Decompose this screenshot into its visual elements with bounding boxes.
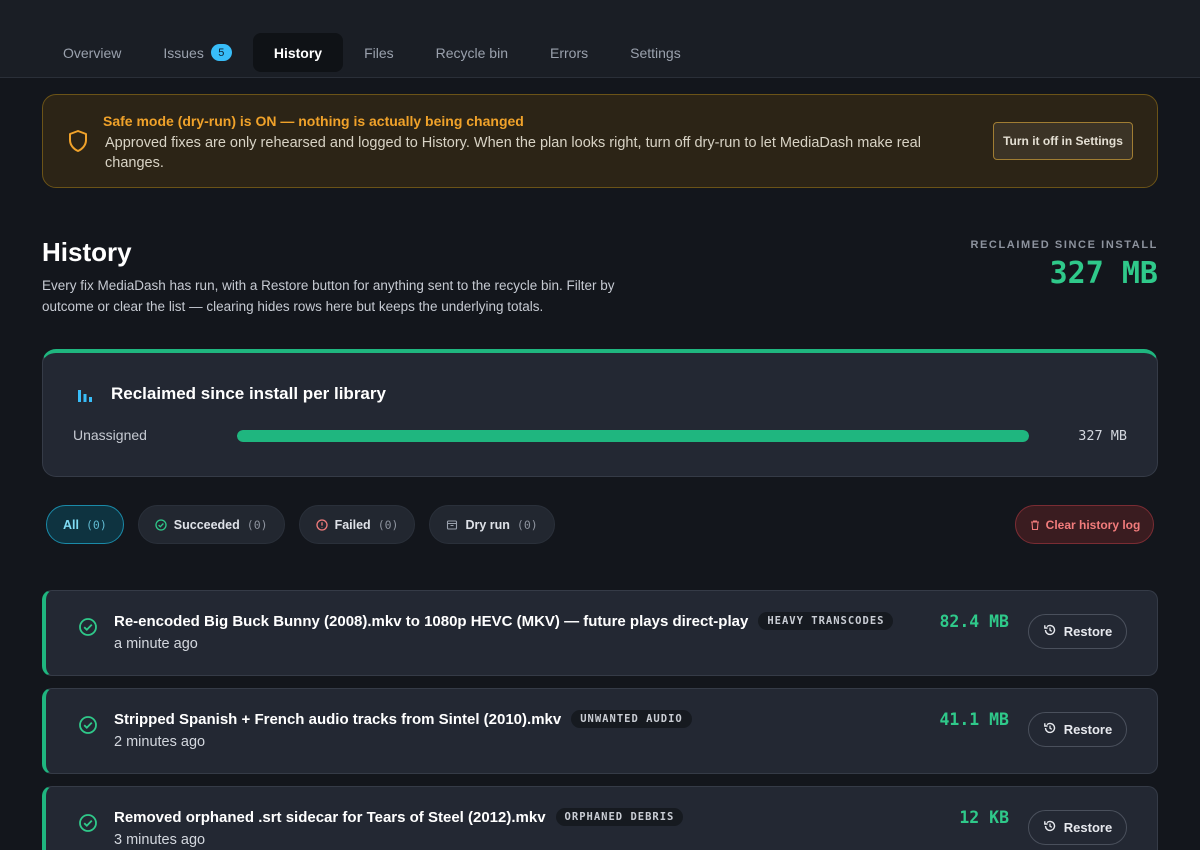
issues-count-badge: 5	[210, 44, 232, 61]
dry-run-banner: Safe mode (dry-run) is ON — nothing is a…	[42, 94, 1158, 188]
history-description: Re-encoded Big Buck Bunny (2008).mkv to …	[114, 612, 749, 630]
chip-label: All	[63, 517, 79, 532]
history-size: 41.1 MB	[939, 710, 1009, 729]
category-tag: HEAVY TRANSCODES	[758, 612, 894, 630]
tab-label: History	[273, 44, 323, 61]
history-description: Removed orphaned .srt sidecar for Tears …	[114, 808, 546, 826]
check-circle-icon	[155, 518, 167, 531]
tab-recycle-bin[interactable]: Recycle bin	[415, 33, 529, 72]
tab-label: Files	[364, 44, 394, 61]
archive-icon	[446, 519, 458, 531]
filter-all-chip[interactable]: All (0)	[46, 505, 124, 544]
library-progress-track	[237, 430, 1029, 442]
alert-circle-icon	[315, 518, 328, 531]
history-restore-icon	[1043, 623, 1057, 640]
filter-dry-run-chip[interactable]: Dry run (0)	[429, 505, 555, 544]
library-row-label: Unassigned	[73, 427, 147, 443]
library-breakdown-card: Reclaimed since install per library Unas…	[42, 349, 1158, 477]
chip-count: (0)	[85, 517, 107, 532]
filter-failed-chip[interactable]: Failed (0)	[298, 505, 416, 544]
chip-label: Succeeded	[173, 517, 240, 532]
history-description: Stripped Spanish + French audio tracks f…	[114, 710, 562, 728]
history-size: 82.4 MB	[939, 612, 1009, 631]
banner-body: Approved fixes are only rehearsed and lo…	[105, 135, 921, 171]
tab-label: Settings	[630, 44, 681, 61]
banner-title: Safe mode (dry-run) is ON — nothing is a…	[103, 113, 524, 129]
check-circle-icon	[78, 715, 98, 735]
tab-overview[interactable]: Overview	[42, 33, 142, 72]
filter-succeeded-chip[interactable]: Succeeded (0)	[137, 505, 285, 544]
history-desc: Stripped Spanish + French audio tracks f…	[114, 710, 692, 728]
clear-history-button[interactable]: Clear history log	[1015, 505, 1154, 544]
restore-label: Restore	[1063, 820, 1113, 835]
chip-count: (0)	[246, 517, 268, 532]
check-circle-icon	[78, 617, 98, 637]
tab-bar: Overview Issues 5 History Files Recycle b…	[42, 33, 702, 72]
category-tag: ORPHANED DEBRIS	[555, 808, 684, 826]
reclaimed-total: 327 MB	[1049, 256, 1158, 291]
top-nav: Overview Issues 5 History Files Recycle b…	[0, 0, 1200, 78]
page-title: History	[42, 237, 132, 267]
chip-count: (0)	[377, 517, 399, 532]
tab-settings[interactable]: Settings	[609, 33, 702, 72]
history-row: Removed orphaned .srt sidecar for Tears …	[42, 786, 1158, 850]
tab-errors[interactable]: Errors	[529, 33, 609, 72]
restore-label: Restore	[1063, 624, 1113, 639]
tab-label: Overview	[63, 44, 122, 61]
turn-off-dry-run-button[interactable]: Turn it off in Settings	[993, 122, 1133, 160]
history-restore-icon	[1043, 819, 1057, 836]
reclaimed-label: RECLAIMED SINCE INSTALL	[970, 239, 1158, 251]
tab-label: Recycle bin	[435, 44, 508, 61]
chip-count: (0)	[516, 517, 538, 532]
chip-label: Failed	[334, 517, 371, 532]
category-tag: UNWANTED AUDIO	[571, 710, 692, 728]
library-progress-fill	[237, 430, 1029, 442]
history-row: Re-encoded Big Buck Bunny (2008).mkv to …	[42, 590, 1158, 676]
clear-history-label: Clear history log	[1045, 517, 1141, 532]
bar-chart-icon	[77, 386, 93, 404]
restore-button[interactable]: Restore	[1028, 810, 1127, 845]
history-desc: Re-encoded Big Buck Bunny (2008).mkv to …	[114, 612, 894, 630]
tab-label: Issues	[163, 44, 204, 61]
history-desc: Removed orphaned .srt sidecar for Tears …	[114, 808, 684, 826]
restore-label: Restore	[1063, 722, 1113, 737]
tab-files[interactable]: Files	[343, 33, 415, 72]
filter-bar: All (0) Succeeded (0) Failed (0) Dry run…	[46, 505, 555, 544]
history-timestamp: 2 minutes ago	[114, 734, 206, 750]
restore-button[interactable]: Restore	[1028, 712, 1127, 747]
tab-history[interactable]: History	[252, 33, 344, 72]
history-restore-icon	[1043, 721, 1057, 738]
history-timestamp: a minute ago	[114, 636, 198, 652]
history-row: Stripped Spanish + French audio tracks f…	[42, 688, 1158, 774]
restore-button[interactable]: Restore	[1028, 614, 1127, 649]
page-description: Every fix MediaDash has run, with a Rest…	[42, 278, 615, 314]
history-size: 12 KB	[959, 808, 1009, 827]
shield-icon	[67, 129, 89, 153]
check-circle-icon	[78, 813, 98, 833]
tab-label: Errors	[550, 44, 589, 61]
tab-issues[interactable]: Issues 5	[142, 33, 252, 72]
history-timestamp: 3 minutes ago	[114, 832, 206, 848]
chip-label: Dry run	[465, 517, 510, 532]
trash-icon	[1029, 519, 1041, 531]
library-card-title: Reclaimed since install per library	[111, 384, 386, 403]
library-row-value: 327 MB	[1078, 428, 1127, 444]
